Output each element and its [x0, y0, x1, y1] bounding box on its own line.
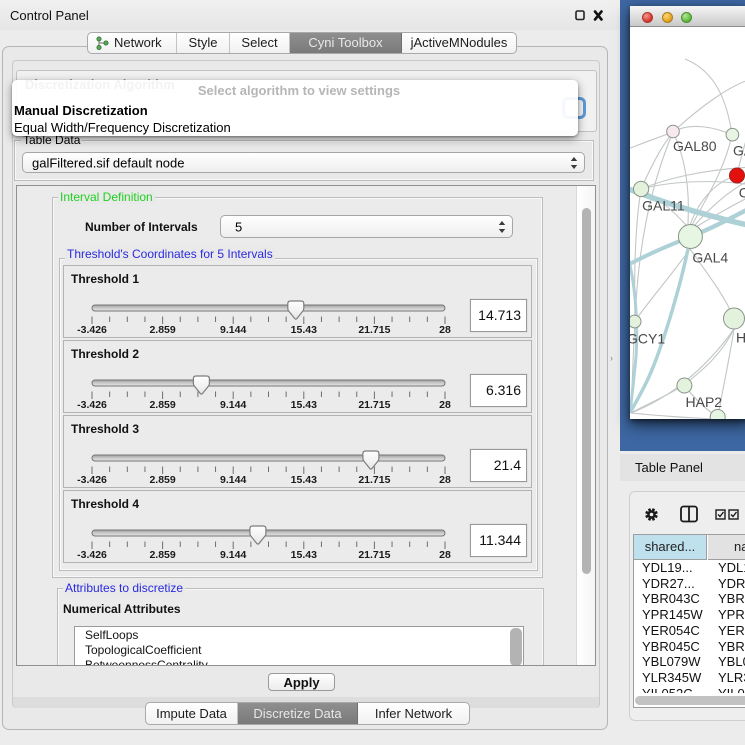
svg-text:HAP2: HAP2 [686, 394, 723, 410]
svg-text:-3.426: -3.426 [77, 324, 107, 336]
svg-text:21.715: 21.715 [358, 399, 390, 411]
svg-text:2.859: 2.859 [149, 324, 175, 336]
svg-text:2.859: 2.859 [149, 549, 175, 561]
svg-text:9.144: 9.144 [220, 324, 246, 336]
svg-text:2.859: 2.859 [149, 399, 175, 411]
svg-text:15.43: 15.43 [291, 549, 317, 561]
svg-text:9.144: 9.144 [220, 399, 246, 411]
svg-text:28: 28 [439, 399, 451, 411]
svg-text:15.43: 15.43 [291, 399, 317, 411]
svg-text:GCY1: GCY1 [630, 331, 665, 347]
svg-text:28: 28 [439, 474, 451, 486]
svg-text:H: H [736, 330, 745, 346]
svg-text:-3.426: -3.426 [77, 399, 107, 411]
svg-text:9.144: 9.144 [220, 474, 246, 486]
svg-text:GAL80: GAL80 [673, 138, 717, 154]
svg-text:15.43: 15.43 [291, 324, 317, 336]
svg-text:-3.426: -3.426 [77, 549, 107, 561]
svg-text:21.715: 21.715 [358, 474, 390, 486]
svg-text:21.715: 21.715 [358, 549, 390, 561]
svg-text:GAL4: GAL4 [692, 250, 728, 266]
svg-text:28: 28 [439, 549, 451, 561]
svg-text:15.43: 15.43 [291, 474, 317, 486]
svg-text:28: 28 [439, 324, 451, 336]
svg-text:GAL11: GAL11 [642, 197, 685, 213]
svg-text:2.859: 2.859 [149, 474, 175, 486]
svg-text:21.715: 21.715 [358, 324, 390, 336]
svg-text:9.144: 9.144 [220, 549, 246, 561]
svg-text:-3.426: -3.426 [77, 474, 107, 486]
svg-text:CD: CD [739, 184, 745, 200]
svg-text:GA: GA [733, 143, 745, 159]
